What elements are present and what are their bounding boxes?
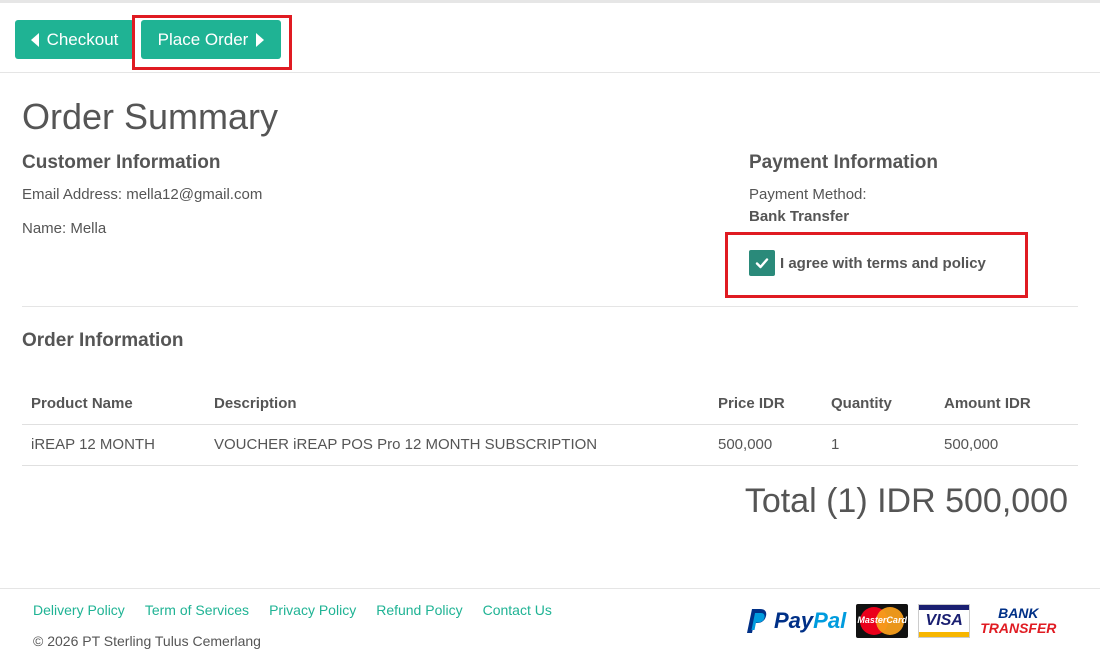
checkout-button[interactable]: Checkout xyxy=(15,20,134,59)
caret-right-icon xyxy=(256,32,265,47)
payment-method-value: Bank Transfer xyxy=(749,208,850,225)
paypal-logo: PayPal xyxy=(746,608,846,634)
visa-logo: VISA xyxy=(918,604,971,638)
footer-links: Delivery Policy Term of Services Privacy… xyxy=(33,602,552,618)
table-header: Product Name Description Price IDR Quant… xyxy=(22,384,1078,425)
payment-info-heading: Payment Information xyxy=(749,152,938,173)
cell-price: 500,000 xyxy=(718,436,773,453)
footer-link-refund-policy[interactable]: Refund Policy xyxy=(376,602,462,618)
paypal-text-b: Pal xyxy=(813,608,847,633)
col-amount: Amount IDR xyxy=(944,395,1031,412)
paypal-icon xyxy=(747,609,767,633)
bank-text-a: BANK xyxy=(998,605,1039,621)
order-table: Product Name Description Price IDR Quant… xyxy=(22,384,1078,466)
mastercard-logo: MasterCard xyxy=(856,604,909,638)
copyright: © 2026 PT Sterling Tulus Cemerlang xyxy=(33,633,261,649)
customer-info-heading: Customer Information xyxy=(22,152,221,173)
payment-method-label: Payment Method: xyxy=(749,186,867,203)
cell-description: VOUCHER iREAP POS Pro 12 MONTH SUBSCRIPT… xyxy=(214,436,598,453)
col-product-name: Product Name xyxy=(31,395,133,412)
footer-divider xyxy=(0,588,1100,589)
cell-product-name: iREAP 12 MONTH xyxy=(31,436,155,453)
page-title: Order Summary xyxy=(22,96,279,137)
col-description: Description xyxy=(214,395,297,412)
section-divider xyxy=(22,306,1078,307)
footer-link-term-of-services[interactable]: Term of Services xyxy=(145,602,249,618)
visa-text: VISA xyxy=(925,612,963,629)
col-price: Price IDR xyxy=(718,395,785,412)
footer-link-delivery-policy[interactable]: Delivery Policy xyxy=(33,602,125,618)
bank-text-b: TRANSFER xyxy=(980,620,1057,636)
checkout-button-label: Checkout xyxy=(46,29,119,49)
toolbar: Checkout Place Order xyxy=(0,3,1100,73)
agree-checkbox[interactable] xyxy=(749,250,775,276)
footer-link-privacy-policy[interactable]: Privacy Policy xyxy=(269,602,356,618)
bank-transfer-logo: BANK TRANSFER xyxy=(980,606,1056,636)
order-info-heading: Order Information xyxy=(22,330,184,351)
paypal-text-a: Pay xyxy=(774,608,814,633)
col-quantity: Quantity xyxy=(831,395,892,412)
check-icon xyxy=(755,258,769,269)
payment-logos: PayPal MasterCard VISA BANK TRANSFER xyxy=(746,604,1056,638)
cell-quantity: 1 xyxy=(831,436,840,453)
agree-terms[interactable]: I agree with terms and policy xyxy=(749,250,986,276)
caret-left-icon xyxy=(30,32,39,47)
cell-amount: 500,000 xyxy=(944,436,999,453)
place-order-button[interactable]: Place Order xyxy=(141,20,281,59)
agree-label: I agree with terms and policy xyxy=(780,254,986,272)
table-row: iREAP 12 MONTH VOUCHER iREAP POS Pro 12 … xyxy=(22,425,1078,466)
place-order-button-label: Place Order xyxy=(157,29,249,49)
customer-name: Name: Mella xyxy=(22,220,107,237)
mastercard-text: MasterCard xyxy=(857,615,907,625)
footer-link-contact-us[interactable]: Contact Us xyxy=(483,602,552,618)
customer-email: Email Address: mella12@gmail.com xyxy=(22,186,263,203)
order-total: Total (1) IDR 500,000 xyxy=(744,482,1068,520)
